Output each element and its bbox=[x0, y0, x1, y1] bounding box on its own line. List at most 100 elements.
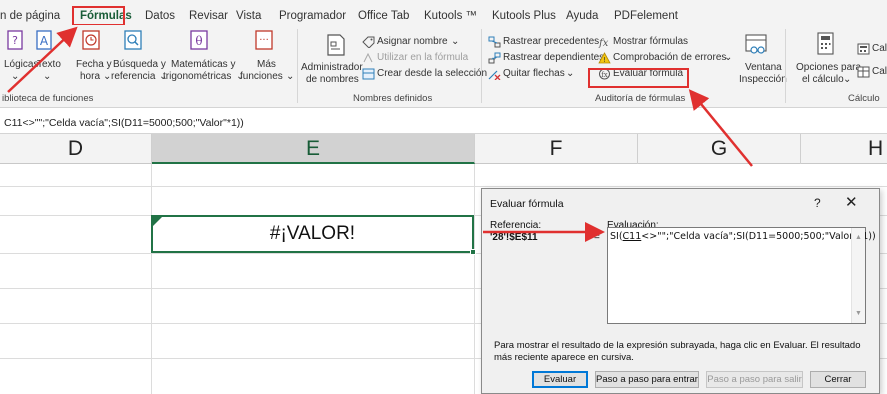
cell-value: #¡VALOR! bbox=[269, 223, 356, 244]
watch-window-icon bbox=[745, 34, 767, 54]
texto-dropdown-icon[interactable]: ⌄ bbox=[43, 71, 51, 82]
help-icon[interactable]: ? bbox=[814, 196, 821, 210]
calcular-ahora-button[interactable]: Cal bbox=[872, 43, 887, 54]
crear-desde-seleccion-button[interactable]: Crear desde la selección bbox=[377, 68, 487, 79]
svg-text:···: ··· bbox=[259, 35, 269, 46]
formula-bar-text[interactable]: C11<>"";"Celda vacía";SI(D11=5000;500;"V… bbox=[4, 117, 244, 129]
column-header-d[interactable]: D bbox=[0, 134, 152, 164]
text-function-icon: A bbox=[36, 30, 52, 50]
column-header-e[interactable]: E bbox=[152, 134, 475, 164]
dialog-title: Evaluar fórmula bbox=[490, 198, 564, 210]
comprobacion-errores-button[interactable]: Comprobación de errores bbox=[613, 52, 726, 63]
evaluar-button[interactable]: Evaluar bbox=[532, 371, 588, 388]
ribbon-tab-bar: n de página Fórmulas Datos Revisar Vista… bbox=[0, 0, 887, 25]
ventana-inspeccion-button[interactable]: Ventana bbox=[745, 62, 782, 73]
evaluation-scrollbar[interactable]: ▲ ▼ bbox=[851, 228, 865, 323]
reference-label: Referencia: bbox=[490, 220, 542, 231]
dialog-hint-text: Para mostrar el resultado de la expresió… bbox=[494, 340, 861, 363]
opciones-dropdown-icon[interactable]: ⌄ bbox=[843, 74, 851, 85]
equals-sign: = bbox=[594, 232, 600, 243]
formula-bar[interactable]: C11<>"";"Celda vacía";SI(D11=5000;500;"V… bbox=[0, 112, 887, 134]
busqueda-label-2: referencia bbox=[111, 71, 156, 82]
texto-button[interactable]: Texto bbox=[37, 59, 61, 70]
logicas-button[interactable]: Lógicas bbox=[4, 59, 38, 70]
tab-developer[interactable]: Programador bbox=[279, 10, 346, 22]
administrador-label-2: de nombres bbox=[306, 74, 359, 85]
column-header-bar: D E F G H bbox=[0, 134, 887, 164]
tab-pdfelement[interactable]: PDFelement bbox=[614, 10, 678, 22]
svg-text:A: A bbox=[40, 34, 49, 48]
tab-kutools-plus[interactable]: Kutools Plus bbox=[492, 10, 556, 22]
svg-text:θ: θ bbox=[195, 34, 202, 48]
defined-names-group-label: Nombres definidos bbox=[353, 93, 433, 104]
svg-text:?: ? bbox=[12, 34, 18, 47]
scroll-up-icon[interactable]: ▲ bbox=[855, 234, 862, 241]
scroll-down-icon[interactable]: ▼ bbox=[855, 310, 862, 317]
create-from-selection-icon bbox=[362, 67, 375, 80]
logical-icon: ? bbox=[7, 30, 23, 50]
ventana-label-2: Inspección bbox=[739, 74, 787, 85]
evaluation-post: <>"";"Celda vacía";SI(D11=5000;500;"Valo… bbox=[641, 231, 876, 242]
tag-icon bbox=[362, 35, 375, 49]
auditing-group-label: Auditoría de fórmulas bbox=[595, 93, 686, 104]
asignar-dropdown-icon[interactable]: ⌄ bbox=[451, 36, 459, 47]
tab-office-tab[interactable]: Office Tab bbox=[358, 10, 409, 22]
ribbon: ? Lógicas ⌄ A Texto ⌄ Fecha y hora ⌄ Bús… bbox=[0, 25, 887, 108]
evaluation-textbox[interactable]: SI(C11<>"";"Celda vacía";SI(D11=5000;500… bbox=[607, 227, 876, 324]
trace-dependents-icon bbox=[488, 51, 501, 64]
column-header-f[interactable]: F bbox=[475, 134, 638, 164]
reference-value: '28'!$E$11 bbox=[490, 232, 538, 243]
trace-precedents-icon bbox=[488, 35, 501, 48]
group-separator bbox=[297, 29, 298, 103]
administrador-nombres-button[interactable]: Administrador bbox=[301, 62, 363, 73]
more-functions-icon: ··· bbox=[255, 30, 273, 50]
calcular-hoja-button[interactable]: Cal bbox=[872, 66, 887, 77]
evaluation-expression: SI(C11<>"";"Celda vacía";SI(D11=5000;500… bbox=[610, 231, 876, 242]
svg-text:fx: fx bbox=[598, 38, 609, 48]
opciones-calculo-button[interactable]: Opciones para bbox=[796, 62, 861, 73]
name-manager-icon bbox=[327, 34, 345, 56]
tab-kutools[interactable]: Kutools ™ bbox=[424, 10, 477, 22]
svg-text:!: ! bbox=[603, 56, 606, 64]
row-gridline bbox=[0, 186, 887, 187]
fill-handle[interactable] bbox=[470, 249, 476, 255]
matematicas-button[interactable]: Matemáticas y bbox=[171, 59, 235, 70]
rastrear-precedentes-button[interactable]: Rastrear precedentes bbox=[503, 36, 599, 47]
mas-funciones-label-2: funciones bbox=[240, 71, 283, 82]
close-icon[interactable]: ✕ bbox=[845, 193, 858, 211]
logicas-dropdown-icon[interactable]: ⌄ bbox=[11, 71, 19, 82]
tab-page-layout[interactable]: n de página bbox=[0, 10, 60, 22]
column-gridline bbox=[151, 164, 152, 394]
matematicas-label-2: trigonométricas bbox=[163, 71, 232, 82]
comprobacion-dropdown-icon[interactable]: ⌄ bbox=[724, 52, 732, 63]
quitar-flechas-button[interactable]: Quitar flechas bbox=[503, 68, 565, 79]
fecha-hora-label-2: hora bbox=[80, 71, 101, 82]
busqueda-referencia-button[interactable]: Búsqueda y bbox=[113, 59, 166, 70]
paso-salir-button[interactable]: Paso a paso para salir bbox=[706, 371, 803, 388]
tab-help[interactable]: Ayuda bbox=[566, 10, 598, 22]
mas-dropdown-icon[interactable]: ⌄ bbox=[286, 71, 294, 82]
column-header-h[interactable]: H bbox=[801, 134, 887, 164]
paso-entrar-button[interactable]: Paso a paso para entrar bbox=[595, 371, 699, 388]
evaluate-formula-dialog: Evaluar fórmula ? ✕ Referencia: Evaluaci… bbox=[481, 188, 880, 394]
group-separator bbox=[785, 29, 786, 103]
column-gridline bbox=[474, 164, 475, 394]
tab-view[interactable]: Vista bbox=[236, 10, 261, 22]
rastrear-dependientes-button[interactable]: Rastrear dependientes bbox=[503, 52, 604, 63]
utilizar-en-formula-button[interactable]: Utilizar en la fórmula bbox=[377, 52, 468, 63]
tab-data[interactable]: Datos bbox=[145, 10, 175, 22]
evaluation-underlined: C11 bbox=[622, 231, 642, 242]
fecha-hora-button[interactable]: Fecha y bbox=[76, 59, 112, 70]
quitar-dropdown-icon[interactable]: ⌄ bbox=[566, 68, 574, 79]
lookup-reference-icon bbox=[124, 30, 142, 50]
mas-funciones-button[interactable]: Más bbox=[257, 59, 276, 70]
mostrar-formulas-button[interactable]: Mostrar fórmulas bbox=[613, 36, 688, 47]
use-in-formula-icon bbox=[362, 51, 375, 63]
asignar-nombre-button[interactable]: Asignar nombre bbox=[377, 36, 448, 47]
cerrar-button[interactable]: Cerrar bbox=[810, 371, 866, 388]
tab-review[interactable]: Revisar bbox=[189, 10, 228, 22]
column-header-g[interactable]: G bbox=[638, 134, 801, 164]
group-separator bbox=[481, 29, 482, 103]
active-cell-e11[interactable]: #¡VALOR! bbox=[151, 215, 476, 255]
calculate-sheet-icon bbox=[857, 65, 870, 78]
